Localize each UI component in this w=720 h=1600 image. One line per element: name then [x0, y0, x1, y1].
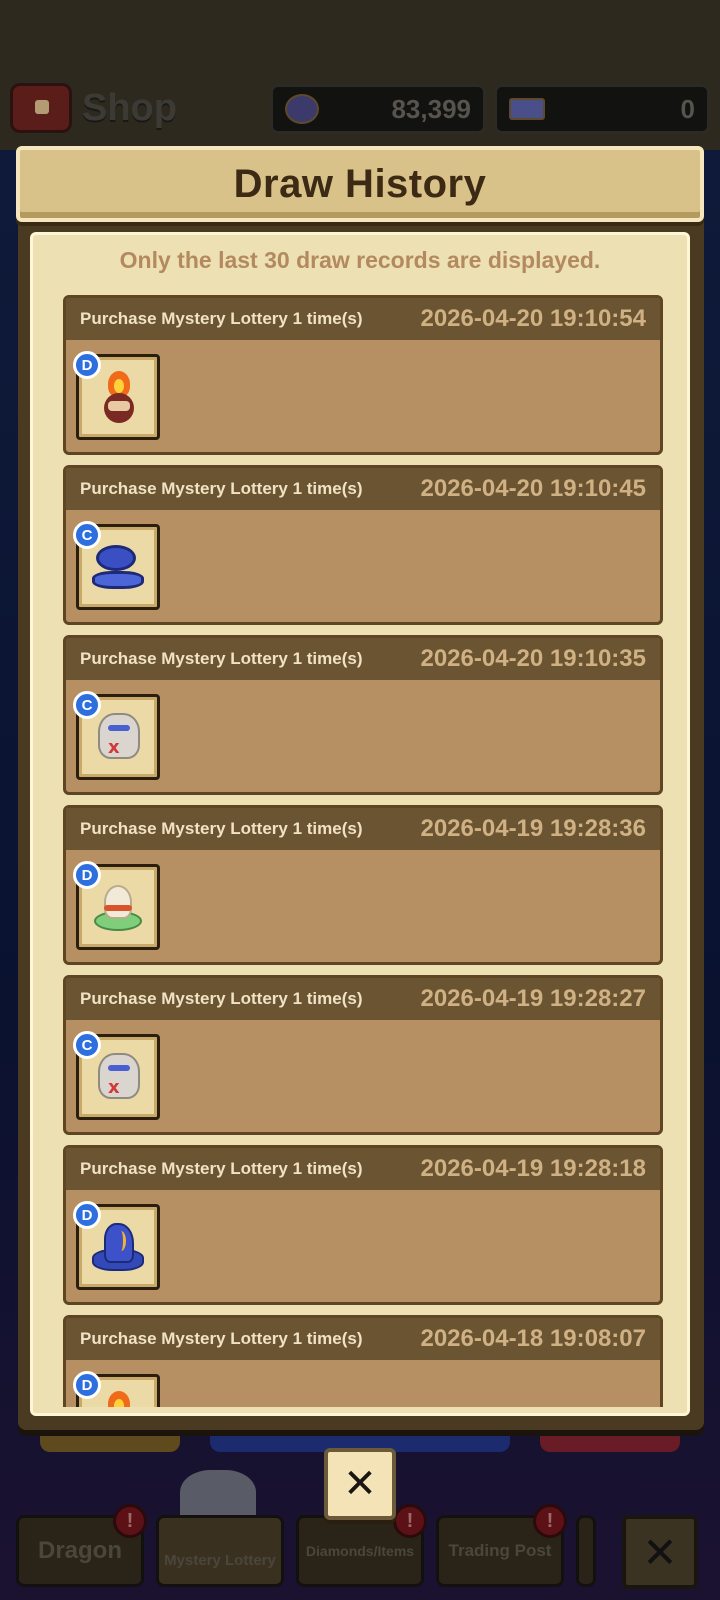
record-timestamp: 2026-04-20 19:10:54: [420, 305, 646, 332]
record-timestamp: 2026-04-20 19:10:35: [420, 645, 646, 672]
modal-title: Draw History: [233, 161, 487, 206]
item-card[interactable]: C: [73, 521, 160, 610]
records-notice: Only the last 30 draw records are displa…: [119, 247, 601, 273]
cone-shell-icon: [90, 877, 146, 937]
record-header: Purchase Mystery Lottery 1 time(s) 2026-…: [66, 468, 660, 510]
record-header: Purchase Mystery Lottery 1 time(s) 2026-…: [66, 808, 660, 850]
item-card[interactable]: C x: [73, 691, 160, 780]
shop-title: Shop: [82, 86, 177, 129]
record-timestamp: 2026-04-19 19:28:36: [420, 815, 646, 842]
tab-more[interactable]: [576, 1515, 596, 1587]
record-label: Purchase Mystery Lottery 1 time(s): [80, 479, 363, 498]
tab-mystery-lottery-label: Mystery Lottery: [164, 1552, 276, 1569]
alert-icon: !: [533, 1504, 567, 1538]
record-item: Purchase Mystery Lottery 1 time(s) 2026-…: [63, 1145, 663, 1305]
tab-trading-post-label: Trading Post: [448, 1541, 552, 1560]
record-timestamp: 2026-04-19 19:28:27: [420, 985, 646, 1012]
record-item: Purchase Mystery Lottery 1 time(s) 2026-…: [63, 805, 663, 965]
treasure-chest-icon: [10, 83, 72, 133]
rock-golem-icon: x: [90, 1047, 146, 1107]
gold-coin-icon: [285, 94, 319, 124]
item-card[interactable]: C x: [73, 1031, 160, 1120]
record-timestamp: 2026-04-20 19:10:45: [420, 475, 646, 502]
gold-value: 83,399: [391, 93, 471, 124]
record-label: Purchase Mystery Lottery 1 time(s): [80, 309, 363, 328]
tab-trading-post[interactable]: Trading Post !: [436, 1504, 567, 1587]
ticket-currency: 0: [494, 84, 710, 134]
item-card[interactable]: D: [73, 351, 160, 440]
shop-button-gold-edge: [40, 1430, 180, 1452]
blue-rock-dragon-icon: [90, 1217, 146, 1277]
close-icon: ✕: [343, 1461, 377, 1507]
fire-dragon-icon: [90, 367, 146, 427]
rock-golem-icon: x: [90, 707, 146, 767]
record-header: Purchase Mystery Lottery 1 time(s) 2026-…: [66, 638, 660, 680]
record-item: Purchase Mystery Lottery 1 time(s) 2026-…: [63, 635, 663, 795]
record-timestamp: 2026-04-19 19:28:18: [420, 1155, 646, 1182]
ticket-icon: [509, 98, 545, 120]
tab-dragon[interactable]: Dragon !: [16, 1504, 147, 1587]
draw-records-list[interactable]: Purchase Mystery Lottery 1 time(s) 2026-…: [63, 295, 663, 1407]
record-item: Purchase Mystery Lottery 1 time(s) 2026-…: [63, 295, 663, 455]
tab-mystery-lottery[interactable]: Mystery Lottery: [156, 1515, 284, 1587]
record-label: Purchase Mystery Lottery 1 time(s): [80, 1159, 363, 1178]
alert-icon: !: [113, 1504, 147, 1538]
tab-dragon-label: Dragon: [38, 1537, 122, 1564]
record-label: Purchase Mystery Lottery 1 time(s): [80, 989, 363, 1008]
tab-diamonds-items[interactable]: Diamonds/Items !: [296, 1504, 427, 1587]
item-card[interactable]: D: [73, 861, 160, 950]
record-item: Purchase Mystery Lottery 1 time(s) 2026-…: [63, 1315, 663, 1407]
record-item: Purchase Mystery Lottery 1 time(s) 2026-…: [63, 465, 663, 625]
modal-header: Draw History: [16, 146, 704, 222]
record-header: Purchase Mystery Lottery 1 time(s) 2026-…: [66, 298, 660, 340]
blue-claw-dragon-icon: [90, 537, 146, 597]
fire-dragon-icon: [90, 1387, 146, 1407]
record-label: Purchase Mystery Lottery 1 time(s): [80, 819, 363, 838]
record-item: Purchase Mystery Lottery 1 time(s) 2026-…: [63, 975, 663, 1135]
shop-header: Shop: [10, 80, 177, 136]
modal-close-button[interactable]: ✕: [324, 1448, 396, 1520]
shop-close-button[interactable]: ✕: [622, 1515, 698, 1589]
item-card[interactable]: D: [73, 1201, 160, 1290]
alert-icon: !: [393, 1504, 427, 1538]
record-label: Purchase Mystery Lottery 1 time(s): [80, 1329, 363, 1348]
ticket-value: 0: [680, 93, 695, 124]
record-timestamp: 2026-04-18 19:08:07: [420, 1325, 646, 1352]
record-header: Purchase Mystery Lottery 1 time(s) 2026-…: [66, 1148, 660, 1190]
item-card[interactable]: D: [73, 1371, 160, 1407]
modal-panel: Only the last 30 draw records are displa…: [30, 232, 690, 1416]
close-icon: ✕: [642, 1527, 678, 1577]
tab-diamonds-items-label: Diamonds/Items: [305, 1543, 415, 1559]
record-label: Purchase Mystery Lottery 1 time(s): [80, 649, 363, 668]
gold-currency: 83,399: [270, 84, 486, 134]
record-header: Purchase Mystery Lottery 1 time(s) 2026-…: [66, 1318, 660, 1360]
shop-button-red-edge: [540, 1430, 680, 1452]
record-header: Purchase Mystery Lottery 1 time(s) 2026-…: [66, 978, 660, 1020]
